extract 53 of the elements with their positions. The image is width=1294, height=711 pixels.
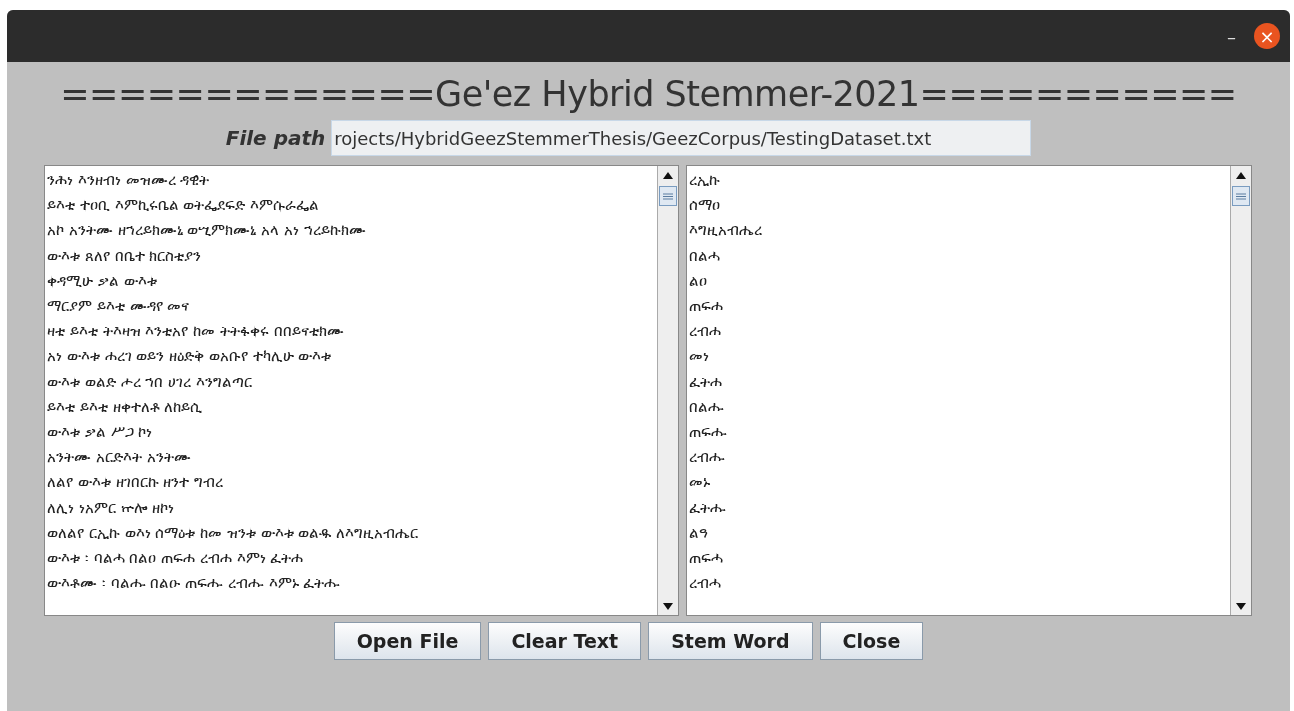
text-line: ረብሐ <box>689 321 722 343</box>
text-line: ማርያም ይእቲ ሙዳየ መና <box>47 296 191 317</box>
scrollbar[interactable] <box>1230 166 1251 615</box>
text-line: መነ <box>689 346 710 368</box>
close-button[interactable]: × <box>1254 23 1280 49</box>
text-line: ውእቱ ወልድ ሖረ ኀበ ሀገረ እንግልጣር <box>47 371 253 393</box>
text-line: ረብሓ <box>689 573 722 595</box>
text-line: ለሊነ ነአምር ኵሎ ዘኮነ <box>47 497 176 519</box>
text-line: አነ ውእቱ ሐረገ ወይን ዘዕድቅ ወአቡየ ተካሊሁ ውእቱ <box>47 346 333 368</box>
text-line: ይእቲ ተዐቢ እምኪሩቤል ወትፌደፍድ እምሱራፌል <box>47 195 321 217</box>
window-title: =============Ge'ez Hybrid Stemmer-2021=========== <box>59 74 1238 114</box>
text-line: መኑ <box>689 472 711 494</box>
input-text-area[interactable] <box>44 165 679 616</box>
text-line: ረኢኩ <box>689 170 721 191</box>
text-line: ጠፍሑ <box>689 422 728 444</box>
text-line: እግዚአብሔረ <box>689 220 763 242</box>
action-button[interactable]: Stem Word <box>648 622 813 660</box>
text-line: ንሕነ እንዘብነ መዝሙረ ዳዊት <box>47 170 211 191</box>
output-text-area[interactable]: ረኢኩ ሰማዐ እግዚአብሔረ በልሓ ልዐ ጠፍሐ ረብሐ መነ ፈትሐ በልሑ ጠፍሑ ረብሑ መኑ ፈትሑ ልዓ ጠፍሓ ረብሓ <box>686 165 1252 616</box>
down-arrow-icon[interactable] <box>663 602 673 610</box>
up-arrow-icon[interactable] <box>1236 171 1246 179</box>
text-line: ጠፍሓ <box>689 548 724 570</box>
action-button[interactable]: Clear Text <box>488 622 642 660</box>
text-line: ውእቱ ጸለየ በቤተ ክርስቲያን <box>47 245 203 267</box>
text-line: ልዐ <box>689 270 708 292</box>
text-line: ልዓ <box>689 522 709 544</box>
text-line: ፈትሐ <box>689 371 723 393</box>
text-line: አንትሙ አርድእት አንትሙ <box>47 447 192 469</box>
scroll-thumb[interactable] <box>659 186 677 206</box>
down-arrow-icon[interactable] <box>1236 602 1246 610</box>
text-line: አኮ አንትሙ ዘኀረይክሙኒ ወሢምክሙኒ አላ አነ ኀረይኩክሙ <box>47 220 367 242</box>
text-line: ወለልየ ርኢኩ ወእነ ሰማዕቱ ከመ ዝንቱ ውእቱ ወልዱ ለእግዚአብሔር <box>47 522 420 544</box>
scrollbar[interactable] <box>657 166 678 615</box>
scroll-thumb[interactable] <box>1232 186 1250 206</box>
text-line: ውእቶሙ ፡ ባልሑ በልዑ ጠፍሑ ረብሑ እምኑ ፈትሑ <box>47 573 342 595</box>
action-button[interactable]: Open File <box>333 622 482 660</box>
text-line: በልሓ <box>689 245 721 267</box>
text-line: ጠፍሐ <box>689 296 724 317</box>
text-line: ቀዳሚሁ ቃል ውእቱ <box>47 270 158 292</box>
text-line: ውእቱ ቃል ሥጋ ኮነ <box>47 422 154 444</box>
text-line: ረብሑ <box>689 447 726 469</box>
text-line: ይእቲ ይእቲ ዘቀተለቶ ለከይሲ <box>47 396 204 418</box>
text-line: ዛቲ ይእቲ ትእዛዝ እንቲአየ ከመ ትትፋቀሩ በበይናቲክሙ <box>47 321 345 343</box>
text-line: ውእቱ ፡ ባልሓ በልዐ ጠፍሐ ረብሐ እምነ ፈትሐ <box>47 548 305 570</box>
text-line: በልሑ <box>689 396 725 418</box>
file-path-label: File path <box>225 126 326 150</box>
text-line: ፈትሑ <box>689 497 727 519</box>
action-button[interactable]: Close <box>819 622 924 660</box>
text-line: ሰማዐ <box>689 195 721 217</box>
text-line: ለልየ ውእቱ ዘገበርኩ ዘንተ ግብረ <box>47 472 225 494</box>
minimize-button[interactable]: – <box>1227 25 1236 47</box>
up-arrow-icon[interactable] <box>663 171 673 179</box>
file-path-field[interactable]: rojects/HybridGeezStemmerThesis/GeezCorpus/TestingDataset.txt <box>331 120 1032 156</box>
